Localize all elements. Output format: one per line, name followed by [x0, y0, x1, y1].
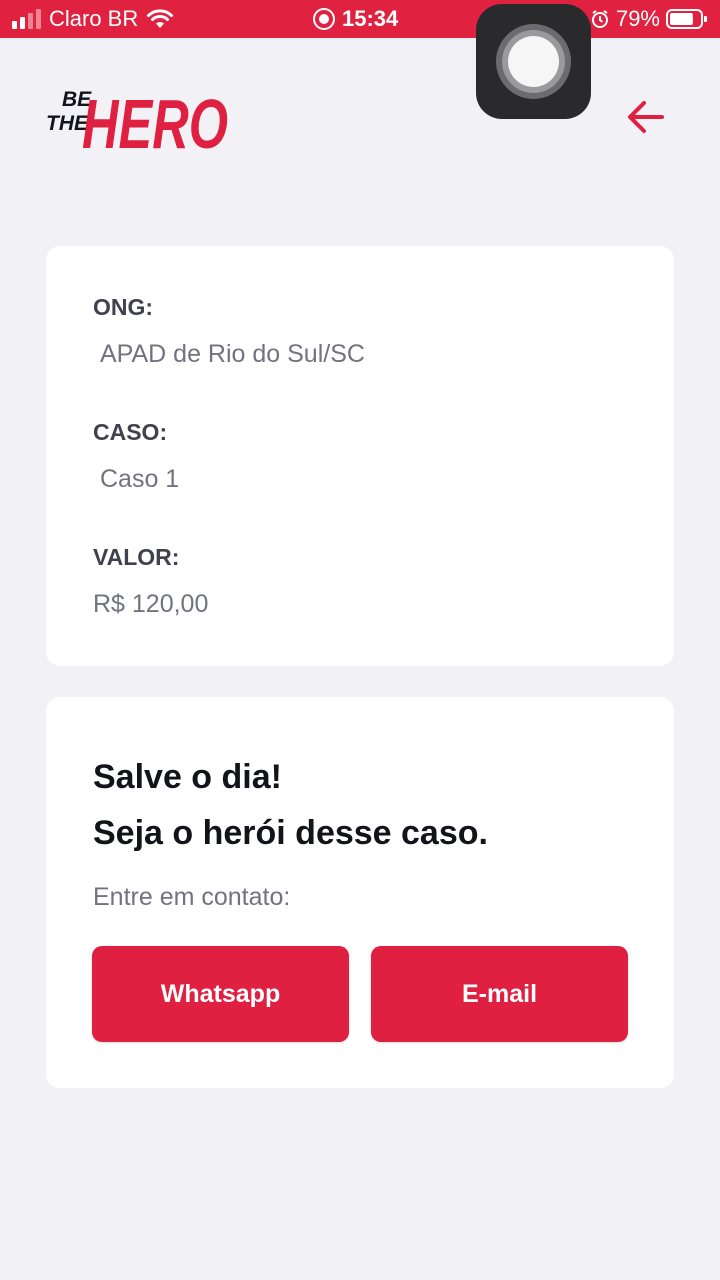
carrier-name: Claro BR [49, 6, 139, 31]
whatsapp-button-label: Whatsapp [160, 979, 281, 1008]
value-amount: R$ 120,00 [93, 590, 209, 618]
back-button[interactable] [622, 94, 672, 140]
battery-percent: 79% [615, 6, 660, 31]
contact-card: Salve o dia! Seja o herói desse caso. En… [46, 697, 674, 1088]
ong-label: ONG: [93, 294, 154, 320]
status-bar-left: Claro BR [12, 0, 174, 38]
whatsapp-button[interactable]: Whatsapp [92, 946, 349, 1042]
status-bar-right: 79% [590, 0, 708, 38]
assistive-touch-button[interactable] [476, 4, 591, 119]
value-label: VALOR: [93, 544, 180, 570]
email-button-label: E-mail [461, 979, 538, 1008]
alarm-icon [591, 10, 608, 28]
case-value: Caso 1 [100, 465, 180, 493]
screen-recording-icon [313, 8, 335, 30]
email-button[interactable]: E-mail [371, 946, 628, 1042]
be-the-hero-logo: BE THE HERO [46, 85, 228, 156]
ong-value: APAD de Rio do Sul/SC [100, 340, 365, 368]
incident-card: ONG: APAD de Rio do Sul/SC CASO: Caso 1 … [46, 246, 674, 666]
status-bar-center: 15:34 [312, 0, 398, 38]
case-label: CASO: [93, 419, 168, 445]
arrow-left-icon [628, 101, 664, 133]
contact-description: Entre em contato: [93, 883, 291, 911]
battery-icon [666, 9, 707, 29]
status-bar: Claro BR 15:34 79% [0, 0, 720, 38]
contact-title-line1: Salve o dia! [93, 758, 282, 796]
signal-strength-icon [12, 9, 41, 29]
wifi-icon [147, 9, 174, 28]
logo-text-hero: HERO [82, 85, 228, 156]
contact-title: Salve o dia! Seja o herói desse caso. [93, 749, 488, 861]
contact-title-line2: Seja o herói desse caso. [93, 814, 488, 852]
clock-time: 15:34 [342, 6, 399, 31]
